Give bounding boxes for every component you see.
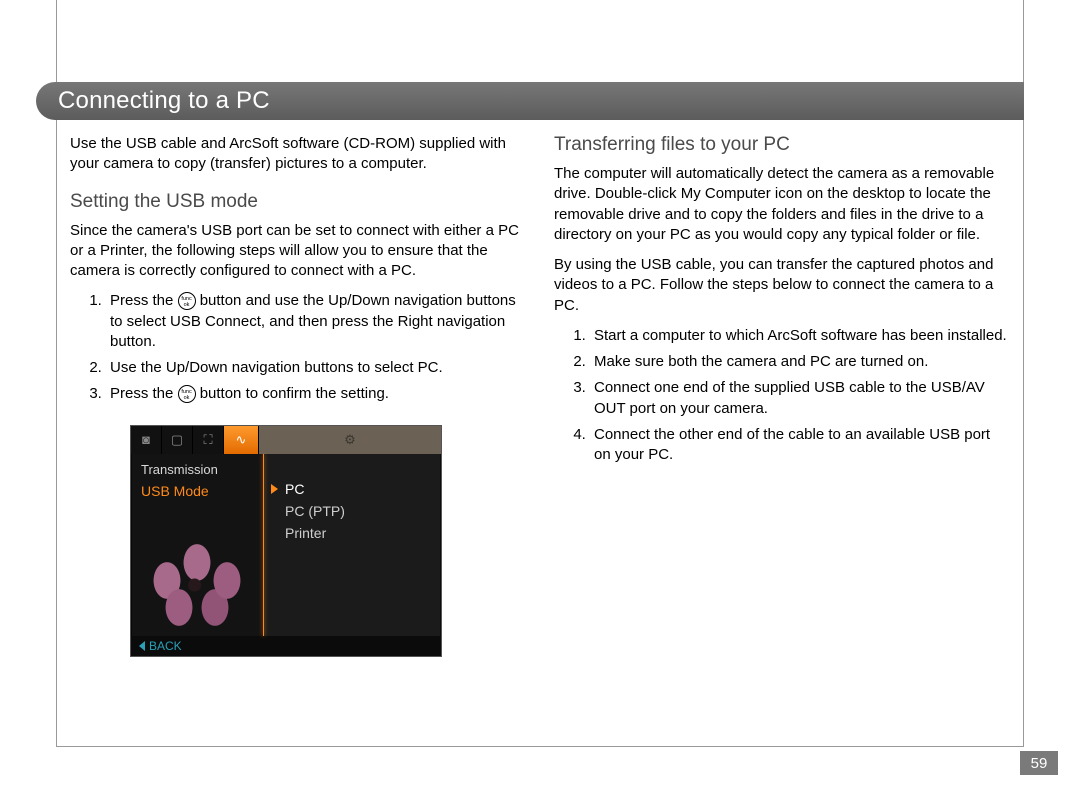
usb-step-1: Press the funcok button and use the Up/D… [106, 291, 526, 352]
left-column: Use the USB cable and ArcSoft software (… [70, 134, 526, 739]
section-title: Connecting to a PC [58, 87, 270, 115]
camera-option-selected: PC [263, 478, 441, 500]
transfer-step-4: Connect the other end of the cable to an… [590, 425, 1010, 466]
camera-tab-bar: ◙ ▢ ⛶ ∿ ⚙ [131, 426, 441, 454]
camera-menu-left-pane: Transmission USB Mode [131, 454, 263, 636]
func-ok-button-icon: funcok [178, 292, 196, 310]
camera-tab-icon: ▢ [162, 426, 193, 454]
page-number-badge: 59 [1020, 751, 1058, 775]
transfer-paragraph-1: The computer will automatically detect t… [554, 164, 1010, 245]
transfer-step-3: Connect one end of the supplied USB cabl… [590, 378, 1010, 419]
camera-tab-active-icon: ∿ [224, 426, 259, 454]
section-title-bar: Connecting to a PC [36, 82, 1024, 120]
transfer-step-2: Make sure both the camera and PC are tur… [590, 352, 1010, 372]
camera-footer: BACK [131, 636, 441, 656]
heading-usb-mode: Setting the USB mode [70, 191, 526, 213]
usb-steps-list: Press the funcok button and use the Up/D… [70, 291, 526, 404]
camera-option: Printer [263, 522, 441, 544]
camera-menu-screenshot: ◙ ▢ ⛶ ∿ ⚙ Transmission USB Mode PC PC (P… [130, 425, 442, 657]
camera-tab-icon: ⛶ [193, 426, 224, 454]
camera-menu-right-pane: PC PC (PTP) Printer [263, 454, 441, 636]
usb-intro-paragraph: Since the camera's USB port can be set t… [70, 221, 526, 282]
usb-step-2: Use the Up/Down navigation buttons to se… [106, 358, 526, 378]
transfer-paragraph-2: By using the USB cable, you can transfer… [554, 255, 1010, 316]
usb-step-3: Press the funcok button to confirm the s… [106, 384, 526, 404]
page-number: 59 [1031, 755, 1048, 772]
camera-left-item-selected: USB Mode [131, 479, 263, 503]
func-ok-button-icon: funcok [178, 385, 196, 403]
transfer-step-1: Start a computer to which ArcSoft softwa… [590, 326, 1010, 346]
content-columns: Use the USB cable and ArcSoft software (… [56, 134, 1024, 739]
camera-background-flower-image [137, 540, 257, 630]
camera-tab-icon: ⚙ [259, 426, 441, 454]
camera-section-label: Transmission [131, 458, 263, 479]
camera-option: PC (PTP) [263, 500, 441, 522]
manual-page: Connecting to a PC Use the USB cable and… [0, 0, 1080, 785]
heading-transfer: Transferring files to your PC [554, 134, 1010, 156]
intro-paragraph: Use the USB cable and ArcSoft software (… [70, 134, 526, 175]
camera-tab-icon: ◙ [131, 426, 162, 454]
back-chevron-icon [139, 641, 145, 651]
camera-menu-body: Transmission USB Mode PC PC (PTP) Printe… [131, 454, 441, 636]
right-column: Transferring files to your PC The comput… [554, 134, 1010, 739]
transfer-steps-list: Start a computer to which ArcSoft softwa… [554, 326, 1010, 466]
camera-back-label: BACK [149, 639, 182, 653]
